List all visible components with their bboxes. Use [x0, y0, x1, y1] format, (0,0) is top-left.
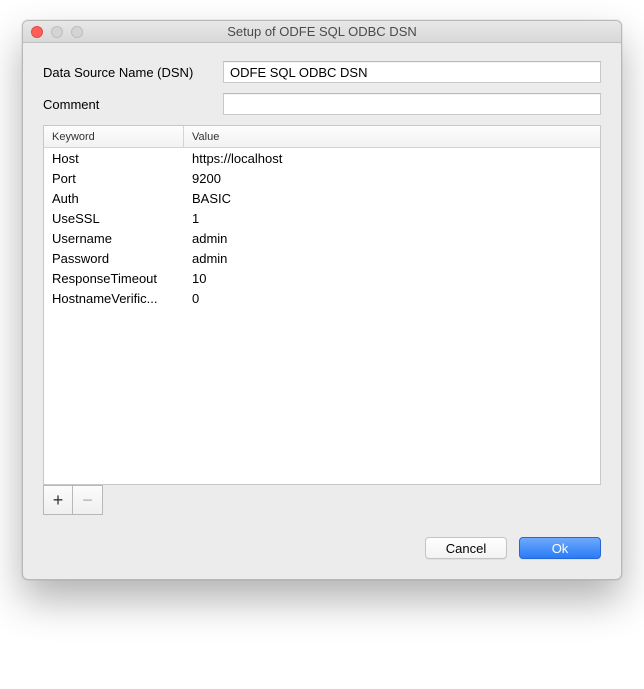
comment-label: Comment [43, 97, 223, 112]
ok-button[interactable]: Ok [519, 537, 601, 559]
cell-value: BASIC [184, 191, 600, 206]
window-title: Setup of ODFE SQL ODBC DSN [31, 24, 613, 39]
plus-icon: + [53, 491, 64, 509]
cell-value: admin [184, 251, 600, 266]
cell-value: https://localhost [184, 151, 600, 166]
table-row[interactable]: UseSSL1 [44, 208, 600, 228]
cell-keyword: Auth [44, 191, 184, 206]
cell-keyword: ResponseTimeout [44, 271, 184, 286]
table-header: Keyword Value [44, 126, 600, 148]
cell-value: 10 [184, 271, 600, 286]
cell-keyword: HostnameVerific... [44, 291, 184, 306]
cell-value: 1 [184, 211, 600, 226]
titlebar: Setup of ODFE SQL ODBC DSN [23, 21, 621, 43]
table-body[interactable]: Hosthttps://localhostPort9200AuthBASICUs… [44, 148, 600, 484]
table-row[interactable]: AuthBASIC [44, 188, 600, 208]
add-row-button[interactable]: + [43, 485, 73, 515]
cell-keyword: Username [44, 231, 184, 246]
table-row[interactable]: HostnameVerific...0 [44, 288, 600, 308]
cell-keyword: Host [44, 151, 184, 166]
traffic-lights [31, 26, 83, 38]
dsn-row: Data Source Name (DSN) [43, 61, 601, 83]
table-row[interactable]: Port9200 [44, 168, 600, 188]
table-row[interactable]: Hosthttps://localhost [44, 148, 600, 168]
content-area: Data Source Name (DSN) Comment Keyword V… [23, 43, 621, 579]
cell-keyword: Password [44, 251, 184, 266]
zoom-icon [71, 26, 83, 38]
column-header-keyword[interactable]: Keyword [44, 126, 184, 147]
dsn-label: Data Source Name (DSN) [43, 65, 223, 80]
minus-icon: − [82, 491, 93, 509]
cell-value: admin [184, 231, 600, 246]
comment-input[interactable] [223, 93, 601, 115]
dialog-footer: Cancel Ok [43, 537, 601, 559]
column-header-value[interactable]: Value [184, 126, 600, 147]
cell-value: 0 [184, 291, 600, 306]
dsn-input[interactable] [223, 61, 601, 83]
dialog-window: Setup of ODFE SQL ODBC DSN Data Source N… [22, 20, 622, 580]
cell-keyword: Port [44, 171, 184, 186]
close-icon[interactable] [31, 26, 43, 38]
table-row[interactable]: Usernameadmin [44, 228, 600, 248]
remove-row-button[interactable]: − [73, 485, 103, 515]
cancel-button[interactable]: Cancel [425, 537, 507, 559]
minimize-icon [51, 26, 63, 38]
table-row[interactable]: ResponseTimeout10 [44, 268, 600, 288]
cell-value: 9200 [184, 171, 600, 186]
cell-keyword: UseSSL [44, 211, 184, 226]
table-row[interactable]: Passwordadmin [44, 248, 600, 268]
keyword-value-table: Keyword Value Hosthttps://localhostPort9… [43, 125, 601, 485]
comment-row: Comment [43, 93, 601, 115]
table-button-group: + − [43, 485, 601, 515]
